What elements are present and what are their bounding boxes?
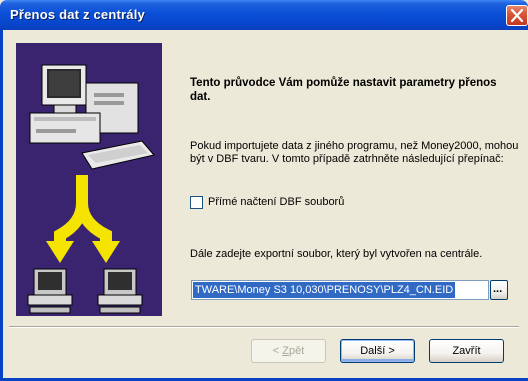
computer-illustration (29, 64, 155, 170)
wizard-illustration (16, 43, 162, 316)
window-frame-left (0, 30, 3, 381)
back-button-rest: pět (288, 345, 305, 357)
window-title: Přenos dat z centrály (10, 7, 145, 22)
close-button-label: Zavřít (452, 345, 481, 357)
export-file-input[interactable]: TWARE\Money S3 10,030\PRENOSY\PLZ4_CN.EI… (191, 280, 489, 300)
back-button[interactable]: < Zpět (251, 339, 326, 363)
back-button-accesskey: Z (282, 345, 289, 357)
dbf-checkbox[interactable] (190, 196, 203, 209)
browse-button[interactable]: ... (490, 280, 508, 300)
branch-computer-right (97, 268, 143, 314)
branch-computer-left (27, 268, 73, 314)
export-file-path[interactable]: TWARE\Money S3 10,030\PRENOSY\PLZ4_CN.EI… (193, 282, 456, 298)
browse-button-label: ... (493, 283, 503, 295)
close-window-button[interactable] (506, 5, 528, 26)
close-icon (511, 9, 523, 22)
next-button[interactable]: Další > (340, 339, 415, 363)
dbf-instructions: Pokud importujete data z jiného programu… (190, 140, 519, 165)
dbf-checkbox-label[interactable]: Přímé načtení DBF souborů (208, 196, 344, 208)
wizard-heading: Tento průvodce Vám pomůže nastavit param… (190, 77, 497, 103)
wizard-window: Přenos dat z centrály Tento průvodce Vám… (0, 0, 528, 381)
separator (9, 326, 519, 328)
back-button-prefix: < (272, 345, 283, 357)
close-button[interactable]: Zavřít (429, 339, 504, 363)
next-button-label: Další > (360, 345, 395, 357)
title-bar[interactable]: Přenos dat z centrály (0, 0, 528, 30)
arrow-split-illustration (46, 175, 120, 263)
export-file-instructions: Dále zadejte exportní soubor, který byl … (190, 248, 483, 260)
